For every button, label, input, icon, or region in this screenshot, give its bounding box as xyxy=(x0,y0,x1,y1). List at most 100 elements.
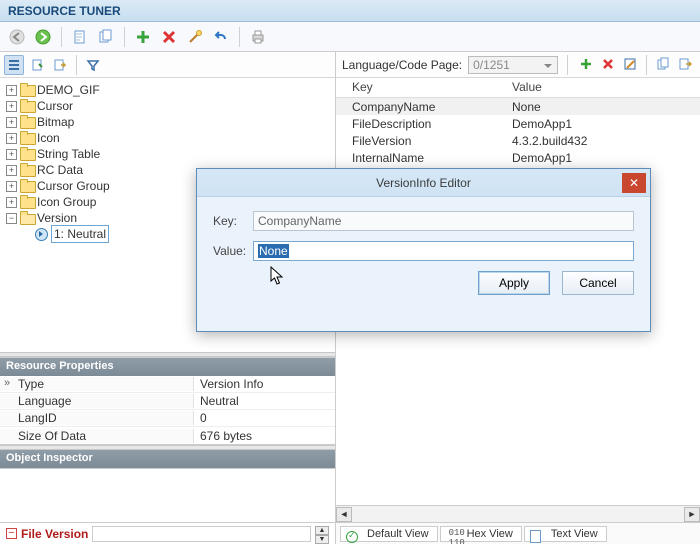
dialog-value-input[interactable]: None xyxy=(253,241,634,261)
close-icon[interactable]: ✕ xyxy=(622,173,646,193)
expand-icon[interactable]: + xyxy=(6,149,17,160)
view-tabs: Default View 010110 Hex View Text View xyxy=(336,522,700,544)
scroll-right-icon[interactable]: ► xyxy=(684,507,700,522)
spin-up-icon[interactable]: ▲ xyxy=(315,526,329,535)
tree-item[interactable]: + String Table xyxy=(4,146,335,162)
hex-icon: 010110 xyxy=(449,528,463,540)
tree-label: 1: Neutral xyxy=(51,225,109,243)
delete-icon[interactable] xyxy=(158,26,180,48)
tree-label: Bitmap xyxy=(37,114,74,130)
property-row[interactable]: LanguageNeutral xyxy=(0,393,335,410)
kv-value: 4.3.2.build432 xyxy=(496,134,593,148)
expand-icon[interactable]: + xyxy=(6,181,17,192)
file-version-footer: − File Version ▲▼ xyxy=(0,522,335,544)
filter-icon[interactable] xyxy=(83,55,103,75)
tree-label: Cursor xyxy=(37,98,73,114)
doc-dup-icon[interactable] xyxy=(95,26,117,48)
kv-key: InternalName xyxy=(336,151,496,165)
expand-icon[interactable]: + xyxy=(6,165,17,176)
add-icon[interactable] xyxy=(577,55,595,73)
resource-properties-panel: Resource Properties TypeVersion InfoLang… xyxy=(0,357,335,445)
delete-icon[interactable] xyxy=(599,55,617,73)
kv-value: DemoApp1 xyxy=(496,151,578,165)
tree-label: Icon xyxy=(37,130,60,146)
table-row[interactable]: FileDescriptionDemoApp1 xyxy=(336,115,700,132)
table-row[interactable]: CompanyNameNone xyxy=(336,98,700,115)
tree-item[interactable]: + Cursor xyxy=(4,98,335,114)
text-doc-icon xyxy=(533,528,547,540)
app-title-bar: RESOURCE TUNER xyxy=(0,0,700,22)
keyvalue-grid[interactable]: Key Value CompanyNameNoneFileDescription… xyxy=(336,78,700,166)
expand-icon[interactable]: + xyxy=(6,133,17,144)
tree-item[interactable]: + Icon xyxy=(4,130,335,146)
wand-icon[interactable] xyxy=(184,26,206,48)
right-toolbar xyxy=(577,55,694,75)
tab-hex-view[interactable]: 010110 Hex View xyxy=(440,526,522,542)
kv-value: DemoApp1 xyxy=(496,117,578,131)
collapse-icon[interactable]: − xyxy=(6,213,17,224)
kv-value: None xyxy=(496,100,547,114)
export-view-icon[interactable] xyxy=(50,55,70,75)
expand-icon[interactable]: + xyxy=(6,117,17,128)
horizontal-scrollbar[interactable]: ◄ ► xyxy=(336,505,700,522)
dialog-key-label: Key: xyxy=(213,214,253,228)
language-combo[interactable]: 0/1251 xyxy=(468,56,558,74)
dialog-title-bar[interactable]: VersionInfo Editor ✕ xyxy=(197,169,650,197)
property-row[interactable]: Size Of Data676 bytes xyxy=(0,427,335,444)
tree-label: String Table xyxy=(37,146,100,162)
folder-icon xyxy=(20,164,34,176)
spin-down-icon[interactable]: ▼ xyxy=(315,535,329,544)
app-title: RESOURCE TUNER xyxy=(8,4,121,18)
versioninfo-editor-dialog: VersionInfo Editor ✕ Key: Value: None Ap… xyxy=(196,168,651,332)
file-version-spinner[interactable]: ▲▼ xyxy=(315,526,329,542)
file-version-input[interactable] xyxy=(92,526,311,542)
property-value: 676 bytes xyxy=(194,429,335,443)
tree-item[interactable]: + Bitmap xyxy=(4,114,335,130)
kv-header-value[interactable]: Value xyxy=(496,78,548,97)
file-version-label: File Version xyxy=(21,527,88,541)
tab-default-view[interactable]: Default View xyxy=(340,526,438,542)
left-sub-toolbar xyxy=(0,52,335,78)
check-circle-icon xyxy=(349,528,363,540)
tab-text-view[interactable]: Text View xyxy=(524,526,607,542)
property-value: 0 xyxy=(194,411,335,425)
resource-node-icon xyxy=(34,228,48,240)
import-icon[interactable] xyxy=(676,55,694,73)
undo-icon[interactable] xyxy=(210,26,232,48)
expand-icon[interactable]: + xyxy=(6,101,17,112)
folder-icon xyxy=(20,100,34,112)
scroll-left-icon[interactable]: ◄ xyxy=(336,507,352,522)
kv-key: FileVersion xyxy=(336,134,496,148)
dialog-value-label: Value: xyxy=(213,244,253,258)
table-row[interactable]: FileVersion4.3.2.build432 xyxy=(336,132,700,149)
folder-icon xyxy=(20,212,34,224)
dialog-value-text: None xyxy=(258,244,289,258)
edit-icon[interactable] xyxy=(621,55,639,73)
apply-button[interactable]: Apply xyxy=(478,271,550,295)
tree-label: RC Data xyxy=(37,162,83,178)
dialog-key-row: Key: xyxy=(213,211,634,231)
doc-new-icon[interactable] xyxy=(69,26,91,48)
collapse-icon[interactable]: − xyxy=(6,528,17,539)
tab-label: Hex View xyxy=(467,528,513,540)
print-icon[interactable] xyxy=(247,26,269,48)
list-view-icon[interactable] xyxy=(4,55,24,75)
folder-icon xyxy=(20,180,34,192)
kv-header-key[interactable]: Key xyxy=(336,78,496,97)
property-row[interactable]: LangID0 xyxy=(0,410,335,427)
tree-item[interactable]: +DEMO_GIF xyxy=(4,82,335,98)
folder-icon xyxy=(20,116,34,128)
kv-key: FileDescription xyxy=(336,117,496,131)
back-icon[interactable] xyxy=(6,26,28,48)
expand-icon[interactable]: + xyxy=(6,197,17,208)
add-icon[interactable] xyxy=(132,26,154,48)
copy-icon[interactable] xyxy=(654,55,672,73)
property-row[interactable]: TypeVersion Info xyxy=(0,376,335,393)
dialog-key-input[interactable] xyxy=(253,211,634,231)
page-view-icon[interactable] xyxy=(27,55,47,75)
forward-icon[interactable] xyxy=(32,26,54,48)
tree-label: Icon Group xyxy=(37,194,96,210)
cancel-button[interactable]: Cancel xyxy=(562,271,634,295)
table-row[interactable]: InternalNameDemoApp1 xyxy=(336,149,700,166)
expand-icon[interactable]: + xyxy=(6,85,17,96)
